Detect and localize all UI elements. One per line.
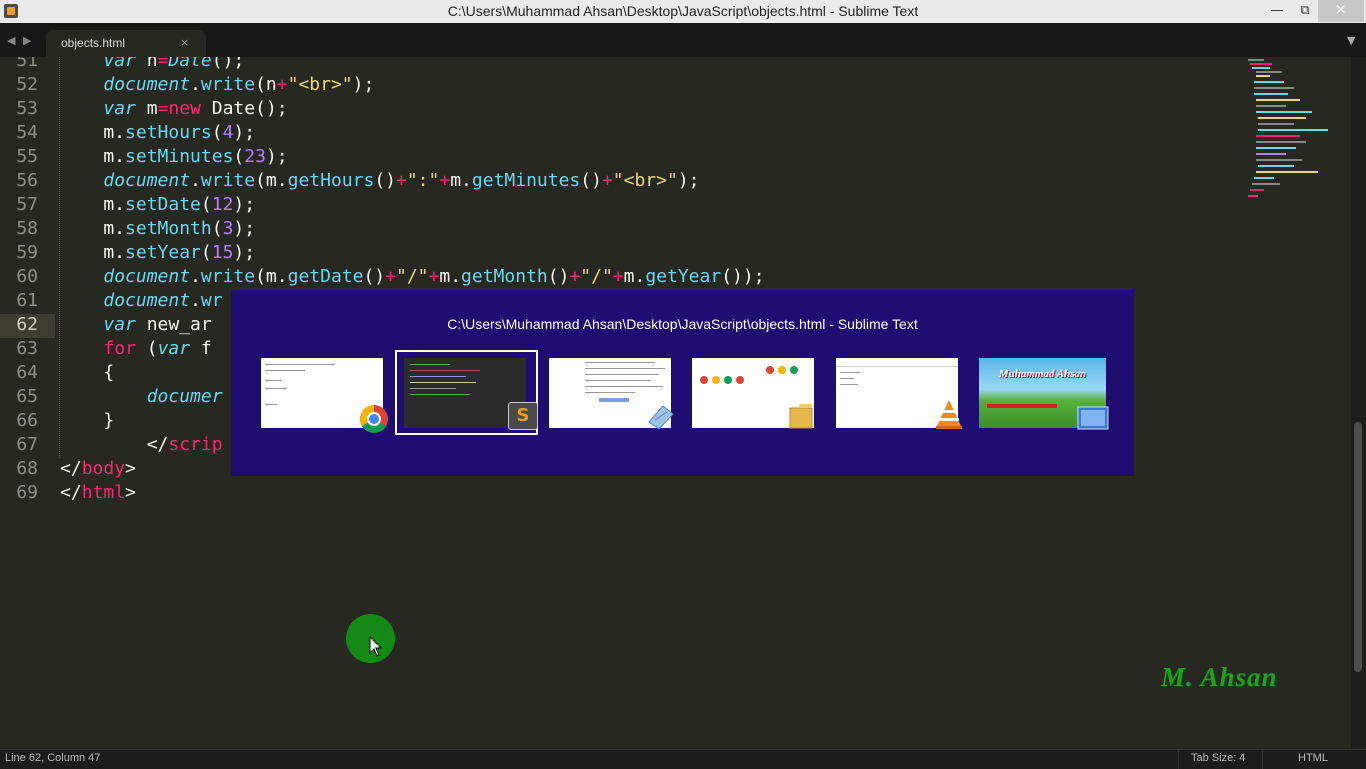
code-line: document.write(m.getHours()+":"+m.getMin… <box>103 170 700 191</box>
tab-bar: ◀ ▶ objects.html × ▼ <box>0 23 1366 57</box>
code-line: m.setYear(15); <box>60 242 256 263</box>
line-number: 62 <box>16 314 38 335</box>
code-line: var n=Date(); <box>103 57 245 71</box>
tab-forward-icon[interactable]: ▶ <box>23 34 31 47</box>
window-switcher: C:\Users\Muhammad Ahsan\Desktop\JavaScri… <box>231 290 1134 476</box>
desktop-icon <box>1077 406 1109 430</box>
switcher-thumbnail-vlc[interactable] <box>836 358 962 429</box>
syntax-indicator[interactable]: HTML <box>1298 752 1328 764</box>
maximize-button[interactable]: ⧉ <box>1290 0 1320 22</box>
line-number: 64 <box>16 362 38 383</box>
tab-back-icon[interactable]: ◀ <box>7 34 15 47</box>
line-number: 54 <box>16 122 38 143</box>
desktop-wallpaper-text: Muhammad Ahsan <box>998 368 1087 380</box>
code-line: </scrip <box>60 434 223 455</box>
tab-close-icon[interactable]: × <box>180 36 189 49</box>
code-line: var m=new Date(); <box>103 98 288 119</box>
line-number: 63 <box>16 338 38 359</box>
vlc-icon <box>936 400 962 429</box>
code-line: document.write(n+"<br>"); <box>103 74 375 95</box>
line-number: 67 <box>16 434 38 455</box>
line-number: 56 <box>16 170 38 191</box>
folder-icon <box>789 404 813 429</box>
line-number: 69 <box>16 482 38 503</box>
line-number: 57 <box>16 194 38 215</box>
code-line: { <box>60 362 115 383</box>
minimize-button[interactable]: — <box>1262 0 1292 22</box>
code-line: for (var f <box>103 338 212 359</box>
tab-size-indicator[interactable]: Tab Size: 4 <box>1191 752 1245 764</box>
line-number: 61 <box>16 290 38 311</box>
close-button[interactable]: ✕ <box>1318 0 1364 22</box>
line-number: 59 <box>16 242 38 263</box>
line-number: 55 <box>16 146 38 167</box>
line-number: 65 <box>16 386 38 407</box>
title-bar: C:\Users\Muhammad Ahsan\Desktop\JavaScri… <box>0 0 1366 24</box>
code-line: </html> <box>60 482 136 503</box>
tab-list-dropdown-icon[interactable]: ▼ <box>1347 34 1355 47</box>
code-line: m.setMinutes(23); <box>60 146 288 167</box>
tab-objects-html[interactable]: objects.html × <box>46 30 206 57</box>
code-line: } <box>60 410 115 431</box>
vertical-scrollbar[interactable] <box>1351 57 1366 749</box>
switcher-thumbnail-notepad[interactable] <box>549 358 674 430</box>
mouse-cursor-icon <box>369 636 383 657</box>
line-number-gutter: 51 52 53 54 55 56 57 58 59 60 61 62 63 6… <box>0 57 52 749</box>
code-line: m.setDate(12); <box>60 194 256 215</box>
line-number: 58 <box>16 218 38 239</box>
tab-label: objects.html <box>61 36 126 50</box>
code-line: var new_ar <box>103 314 212 335</box>
notepad-icon <box>648 405 674 430</box>
code-line: documer <box>146 386 223 407</box>
chrome-icon <box>360 405 388 433</box>
scrollbar-thumb[interactable] <box>1354 422 1362 672</box>
line-number: 60 <box>16 266 38 287</box>
code-line: m.setMonth(3); <box>60 218 256 239</box>
line-number: 68 <box>16 458 38 479</box>
switcher-thumbnail-desktop[interactable]: Muhammad Ahsan <box>979 358 1109 430</box>
line-number: 51 <box>16 57 38 71</box>
line-number: 66 <box>16 410 38 431</box>
watermark: M. Ahsan <box>1161 662 1278 692</box>
code-line: </body> <box>60 458 136 479</box>
cursor-position[interactable]: Line 62, Column 47 <box>5 752 100 764</box>
switcher-thumbnail-explorer[interactable] <box>692 358 814 429</box>
code-line: m.setHours(4); <box>60 122 256 143</box>
switcher-thumbnail-chrome[interactable] <box>261 358 388 433</box>
sublime-text-icon: S <box>508 402 538 430</box>
window-title: C:\Users\Muhammad Ahsan\Desktop\JavaScri… <box>447 3 919 19</box>
minimap[interactable] <box>1246 57 1346 202</box>
code-line: document.wr <box>103 290 223 311</box>
code-line: document.write(m.getDate()+"/"+m.getMont… <box>103 266 765 287</box>
line-number: 52 <box>16 74 38 95</box>
status-bar: Line 62, Column 47 Tab Size: 4 HTML <box>0 749 1366 769</box>
switcher-title: C:\Users\Muhammad Ahsan\Desktop\JavaScri… <box>447 316 918 332</box>
switcher-thumbnail-sublime[interactable]: S <box>404 358 538 430</box>
line-number: 53 <box>16 98 38 119</box>
